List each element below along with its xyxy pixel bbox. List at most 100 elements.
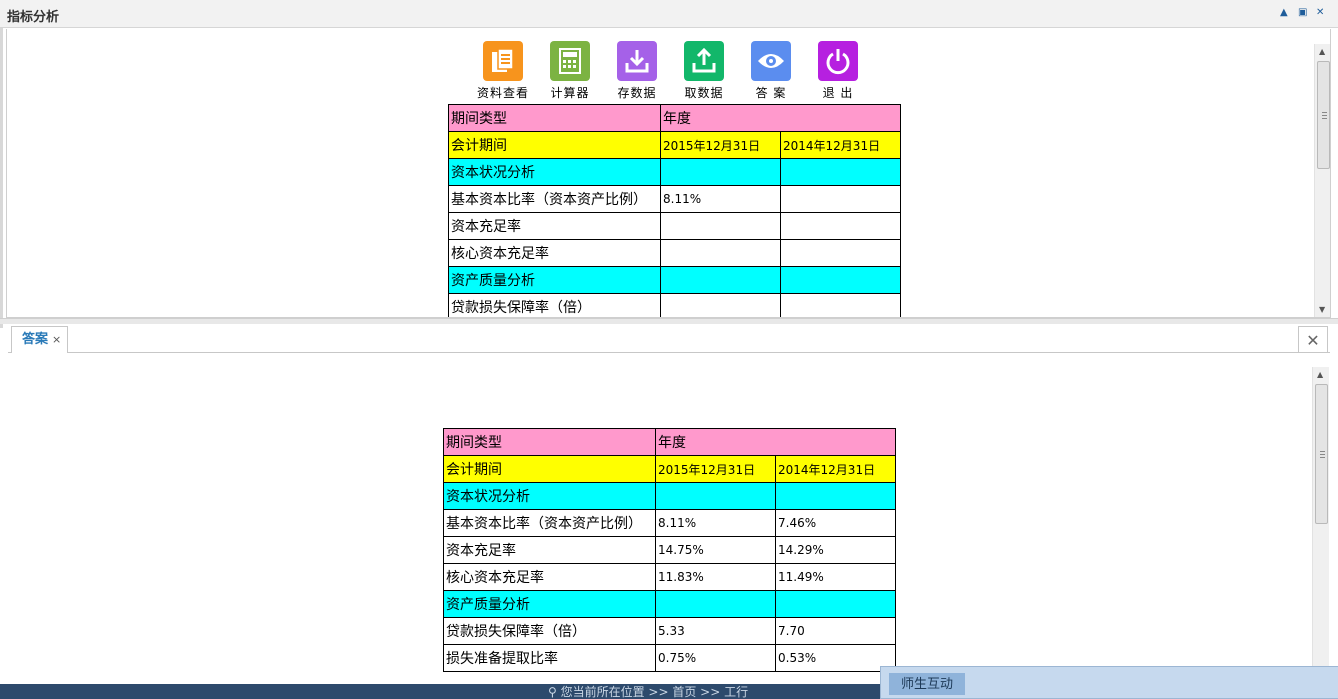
maximize-icon[interactable]: ▣ [1298,7,1307,19]
table-row: 贷款损失保障率（倍） 5.33 7.70 [443,617,896,645]
view-materials-button[interactable]: 资料查看 [473,41,533,101]
table-row: 基本资本比率（资本资产比例） 8.11% [448,185,901,213]
analysis-frame: 资料查看 计算器 存数据 取数据 答 案 退 出 期间类型 年度 会计期间 20… [6,29,1331,318]
row-label-cell: 资本充足率 [448,212,661,240]
answer-button[interactable]: 答 案 [741,41,801,101]
value-cell[interactable]: 7.46% [775,509,896,537]
value-cell[interactable] [780,239,901,267]
close-icon[interactable]: ✕ [1316,7,1324,19]
value-cell[interactable]: 8.11% [655,509,776,537]
value-cell[interactable]: 14.29% [775,536,896,564]
value-cell[interactable]: 7.70 [775,617,896,645]
indicator-input-table: 期间类型 年度 会计期间 2015年12月31日 2014年12月31日 资本状况分析 基本… [448,104,901,317]
value-cell: 年度 [655,428,896,456]
value-cell [655,590,776,618]
row-label-cell: 基本资本比率（资本资产比例） [443,509,656,537]
load-data-button[interactable]: 取数据 [674,41,734,101]
value-cell [660,266,781,294]
toolbar-label: 存数据 [617,86,657,100]
table-row: 会计期间 2015年12月31日 2014年12月31日 [443,455,896,483]
lower-scrollbar[interactable]: ▲ [1312,367,1329,680]
toolbar-label: 退 出 [822,86,854,100]
location-breadcrumb: ⚲ 您当前所在位置 >> 首页 >> 工行 [548,685,749,699]
value-cell[interactable] [660,239,781,267]
value-cell[interactable]: 0.53% [775,644,896,672]
value-cell[interactable]: 5.33 [655,617,776,645]
row-label-cell: 期间类型 [443,428,656,456]
table-row: 期间类型 年度 [448,104,901,132]
value-cell[interactable]: 14.75% [655,536,776,564]
window-title: 指标分析 [7,10,60,25]
table-row: 期间类型 年度 [443,428,896,456]
value-cell[interactable] [780,293,901,317]
row-label-cell: 核心资本充足率 [448,239,661,267]
row-label-cell: 期间类型 [448,104,661,132]
value-cell [780,158,901,186]
left-splitter[interactable] [0,28,3,328]
row-label-cell: 基本资本比率（资本资产比例） [448,185,661,213]
table-row: 资本充足率 14.75% 14.29% [443,536,896,564]
row-label-cell: 会计期间 [448,131,661,159]
row-label-cell: 资产质量分析 [443,590,656,618]
tab-answer-label: 答案 [22,332,49,347]
value-cell[interactable] [660,293,781,317]
toolbar-label: 资料查看 [476,86,529,100]
row-label-cell: 资本充足率 [443,536,656,564]
row-label-cell: 资本状况分析 [448,158,661,186]
scroll-thumb[interactable] [1317,61,1330,169]
scroll-thumb[interactable] [1315,384,1328,524]
value-cell[interactable] [660,212,781,240]
value-cell: 2014年12月31日 [775,455,896,483]
row-label-cell: 核心资本充足率 [443,563,656,591]
row-label-cell: 损失准备提取比率 [443,644,656,672]
row-label-cell: 资本状况分析 [443,482,656,510]
calculator-button[interactable]: 计算器 [540,41,600,101]
table-row: 损失准备提取比率 0.75% 0.53% [443,644,896,672]
table-row: 资本状况分析 [448,158,901,186]
table-row: 会计期间 2015年12月31日 2014年12月31日 [448,131,901,159]
upload-icon [684,41,724,81]
value-cell [660,158,781,186]
table-row: 基本资本比率（资本资产比例） 8.11% 7.46% [443,509,896,537]
exit-button[interactable]: 退 出 [808,41,868,101]
minimize-icon[interactable]: ▲ [1280,7,1288,19]
table-row: 资产质量分析 [443,590,896,618]
toolbar-label: 计算器 [550,86,590,100]
value-cell [780,266,901,294]
value-cell[interactable]: 11.49% [775,563,896,591]
value-cell[interactable]: 11.83% [655,563,776,591]
row-label-cell: 贷款损失保障率（倍） [443,617,656,645]
table-row: 资本充足率 [448,212,901,240]
interaction-panel: 师生互动 [880,666,1338,699]
table-row: 资产质量分析 [448,266,901,294]
window-title-bar: 指标分析 ▲ ▣ ✕ [0,0,1338,28]
value-cell [775,482,896,510]
table-row: 资本状况分析 [443,482,896,510]
toolbar-label: 答 案 [755,86,787,100]
tab-close-icon[interactable]: × [52,333,61,346]
value-cell[interactable]: 0.75% [655,644,776,672]
pane-close-icon[interactable]: ✕ [1298,326,1328,353]
value-cell [655,482,776,510]
tab-answer[interactable]: 答案 × [11,326,69,354]
value-cell: 2015年12月31日 [660,131,781,159]
download-icon [617,41,657,81]
value-cell[interactable] [780,212,901,240]
toolbar-label: 取数据 [684,86,724,100]
document-icon [483,41,523,81]
table-row: 核心资本充足率 11.83% 11.49% [443,563,896,591]
row-label-cell: 会计期间 [443,455,656,483]
table-row: 核心资本充足率 [448,239,901,267]
eye-icon [751,41,791,81]
save-data-button[interactable]: 存数据 [607,41,667,101]
calculator-icon [550,41,590,81]
value-cell[interactable] [780,185,901,213]
table-row: 贷款损失保障率（倍） [448,293,901,317]
value-cell: 2015年12月31日 [655,455,776,483]
value-cell[interactable]: 8.11% [660,185,781,213]
location-pin-icon: ⚲ [548,685,561,699]
teacher-student-interaction-button[interactable]: 师生互动 [889,673,966,695]
row-label-cell: 资产质量分析 [448,266,661,294]
upper-scrollbar[interactable]: ▲ ▼ [1314,44,1330,317]
answer-table: 期间类型 年度 会计期间 2015年12月31日 2014年12月31日 资本状况分析 基本… [443,428,896,672]
